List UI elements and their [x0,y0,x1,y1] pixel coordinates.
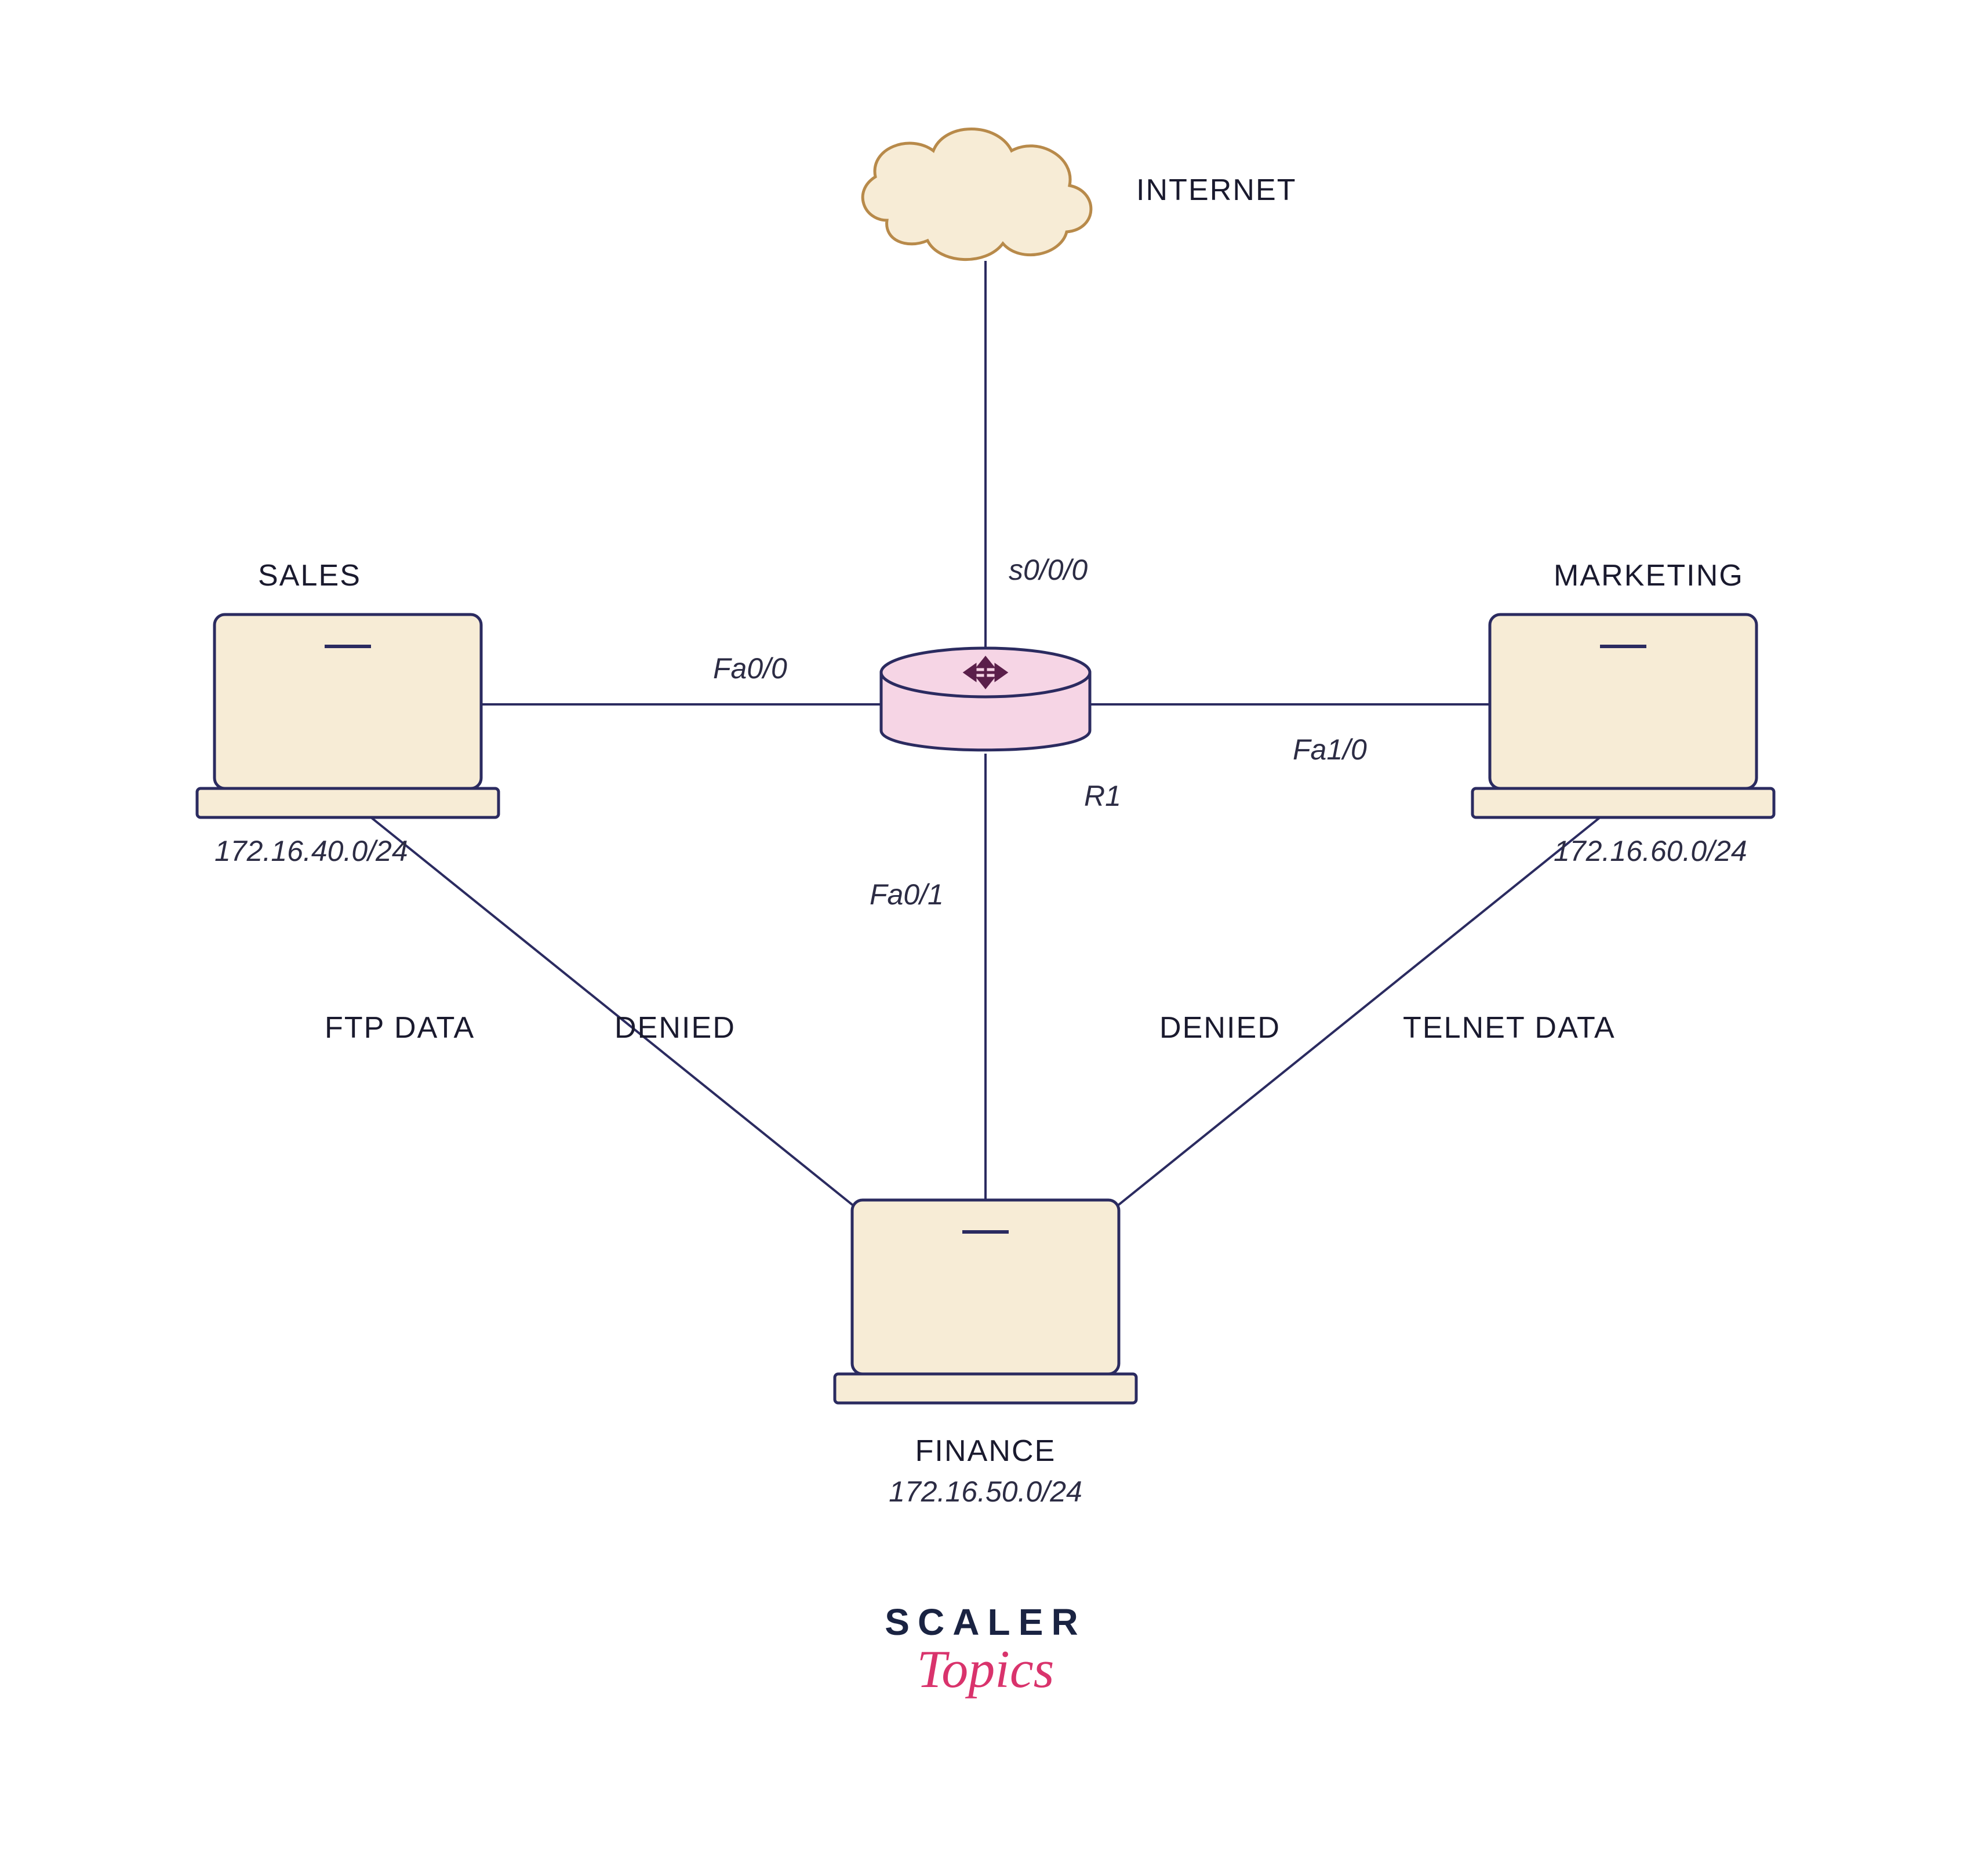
marketing-subnet: 172.16.60.0/24 [1554,835,1747,867]
finance-label: FINANCE [915,1434,1056,1468]
diagram-canvas: INTERNET SALES 172.16.40.0/24 MARKETING … [0,0,1971,1876]
ftp-denied-label: DENIED [614,1011,736,1045]
ftp-data-label: FTP DATA [325,1011,475,1045]
telnet-denied-label: DENIED [1159,1011,1281,1045]
if-fa00: Fa0/0 [713,652,787,685]
sales-laptop [197,615,499,817]
marketing-label: MARKETING [1554,559,1744,592]
sales-label: SALES [258,559,361,592]
if-fa01: Fa0/1 [870,878,944,911]
router-r1 [881,648,1090,750]
marketing-laptop [1472,615,1774,817]
telnet-data-label: TELNET DATA [1403,1011,1616,1045]
sales-subnet: 172.16.40.0/24 [214,835,408,867]
if-fa10: Fa1/0 [1293,733,1367,766]
brand-scaler: SCALER [885,1601,1086,1643]
brand-topics: Topics [917,1639,1054,1699]
internet-cloud [863,129,1091,260]
finance-subnet: 172.16.50.0/24 [889,1475,1082,1508]
finance-laptop [835,1200,1136,1403]
if-s000: s0/0/0 [1009,554,1088,586]
router-name: R1 [1084,780,1121,812]
internet-label: INTERNET [1136,173,1297,207]
